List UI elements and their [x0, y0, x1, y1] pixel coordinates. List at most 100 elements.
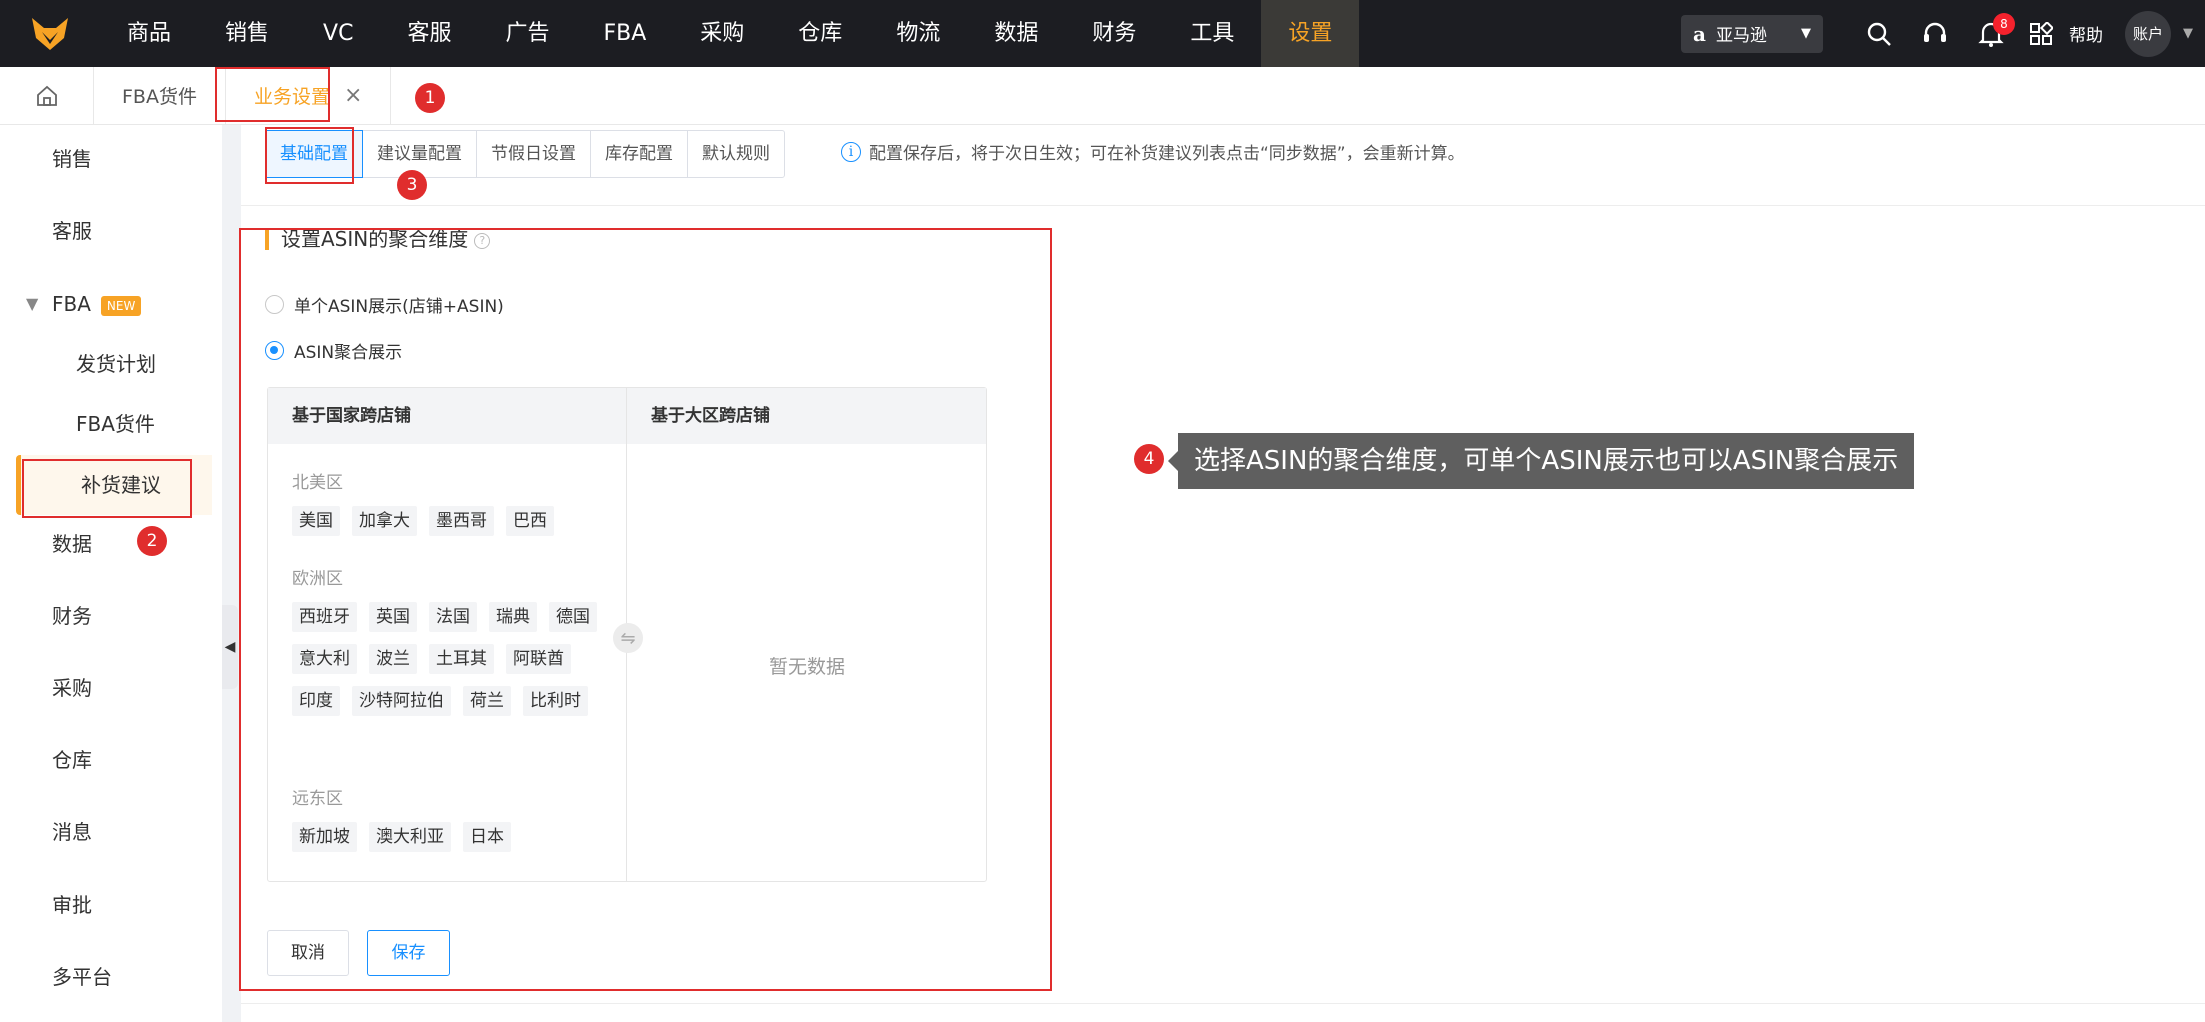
sidebar: 销售 客服 ▼ FBA NEW 发货计划 FBA货件 补货建议 数据 财务 采购 … [0, 125, 222, 1022]
search-icon [1867, 22, 1891, 46]
sidebar-item-shipping-plan[interactable]: 发货计划 [0, 344, 222, 384]
nav-item-tools[interactable]: 工具 [1163, 0, 1261, 67]
radio-checked[interactable] [265, 341, 284, 360]
tab-business-settings[interactable]: 业务设置 × [226, 66, 392, 125]
sidebar-item-finance[interactable]: 财务 [0, 596, 222, 636]
account-avatar[interactable]: 账户 [2125, 10, 2171, 57]
country-tag[interactable]: 巴西 [506, 506, 554, 536]
country-tag[interactable]: 荷兰 [463, 686, 511, 716]
nav-item-customer-service[interactable]: 客服 [380, 0, 478, 67]
main-menu: 商品 销售 VC 客服 广告 FBA 采购 仓库 物流 数据 财务 工具 设置 [100, 0, 1360, 67]
tag-group-far-east: 新加坡 澳大利亚 日本 [292, 822, 612, 852]
sidebar-collapse-button[interactable]: ◀ [222, 605, 238, 689]
country-tag[interactable]: 沙特阿拉伯 [352, 686, 451, 716]
transfer-left-title: 基于国家跨店铺 [268, 388, 626, 444]
sidebar-item-replenishment[interactable]: 补货建议 [16, 455, 212, 515]
country-tag[interactable]: 印度 [292, 686, 340, 716]
country-tag[interactable]: 法国 [429, 602, 477, 632]
section-title: 设置ASIN的聚合维度? [265, 227, 491, 251]
home-icon [36, 85, 57, 106]
nav-item-logistics[interactable]: 物流 [869, 0, 967, 67]
sidebar-item-multi-platform[interactable]: 多平台 [0, 957, 222, 997]
radio-label: ASIN聚合展示 [294, 343, 403, 363]
sidebar-item-fba[interactable]: ▼ FBA NEW [0, 284, 222, 324]
sidebar-item-fba-shipments[interactable]: FBA货件 [0, 404, 222, 444]
subtab-inventory-config[interactable]: 库存配置 [591, 131, 688, 177]
swap-icon[interactable]: ⇋ [613, 623, 643, 653]
help-link[interactable]: 帮助 [2063, 21, 2125, 46]
nav-item-purchase[interactable]: 采购 [673, 0, 771, 67]
subtab-default-rules[interactable]: 默认规则 [688, 131, 784, 177]
sidebar-item-approval[interactable]: 审批 [0, 885, 222, 925]
country-tag[interactable]: 加拿大 [352, 506, 417, 536]
nav-item-fba[interactable]: FBA [576, 0, 673, 67]
tab-fba-shipments[interactable]: FBA货件 [94, 66, 226, 125]
subtab-suggestion-config[interactable]: 建议量配置 [363, 131, 477, 177]
country-tag[interactable]: 澳大利亚 [369, 822, 451, 852]
divider [241, 205, 2205, 206]
search-button[interactable] [1851, 0, 1907, 67]
nav-item-ads[interactable]: 广告 [478, 0, 576, 67]
annotation-badge-2: 2 [137, 526, 167, 556]
grid-icon [2030, 21, 2053, 45]
radio-unchecked[interactable] [265, 295, 284, 314]
nav-item-vc[interactable]: VC [296, 0, 380, 67]
notifications-button[interactable]: 8 [1963, 0, 2019, 67]
nav-item-settings[interactable]: 设置 [1261, 0, 1360, 67]
country-tag[interactable]: 波兰 [369, 644, 417, 674]
annotation-badge-1: 1 [415, 83, 445, 113]
info-note-text: 配置保存后，将于次日生效；可在补货建议列表点击“同步数据”，会重新计算。 [869, 144, 1465, 164]
annotation-tooltip: 选择ASIN的聚合维度，可单个ASIN展示也可以ASIN聚合展示 [1167, 433, 1915, 489]
subtab-holiday-settings[interactable]: 节假日设置 [477, 131, 591, 177]
country-tag[interactable]: 新加坡 [292, 822, 357, 852]
sidebar-item-sales[interactable]: 销售 [0, 139, 222, 179]
region-label-north-america: 北美区 [292, 473, 343, 493]
sidebar-item-data[interactable]: 数据 [0, 524, 222, 564]
amazon-icon: a [1693, 21, 1706, 46]
marketplace-select[interactable]: a 亚马逊 ▼ [1681, 14, 1823, 53]
radio-label: 单个ASIN展示(店铺+ASIN) [294, 297, 504, 317]
country-tag[interactable]: 比利时 [523, 686, 588, 716]
nav-item-warehouse[interactable]: 仓库 [771, 0, 869, 67]
apps-button[interactable] [2019, 0, 2063, 67]
close-icon[interactable]: × [344, 83, 362, 108]
nav-item-sales[interactable]: 销售 [198, 0, 296, 67]
help-circle-icon[interactable]: ? [474, 232, 491, 249]
country-tag[interactable]: 意大利 [292, 644, 357, 674]
sidebar-item-customer-service[interactable]: 客服 [0, 211, 222, 251]
tab-label: 业务设置 [253, 86, 330, 108]
page-tabs-bar: FBA货件 业务设置 × [0, 66, 2205, 125]
nav-item-products[interactable]: 商品 [100, 0, 198, 67]
country-tag[interactable]: 瑞典 [489, 602, 537, 632]
country-tag[interactable]: 西班牙 [292, 602, 357, 632]
account-caret-icon[interactable]: ▼ [2171, 26, 2205, 41]
tag-group-europe: 西班牙 英国 法国 瑞典 德国 意大利 波兰 土耳其 阿联酋 印度 沙特阿拉伯 … [292, 602, 612, 716]
country-tag[interactable]: 美国 [292, 506, 340, 536]
empty-state-text: 暂无数据 [768, 656, 845, 678]
home-tab[interactable] [0, 66, 94, 125]
radio-single-asin[interactable]: 单个ASIN展示(店铺+ASIN) [265, 292, 504, 317]
cancel-button[interactable]: 取消 [267, 930, 349, 976]
sidebar-item-messages[interactable]: 消息 [0, 812, 222, 852]
support-button[interactable] [1907, 0, 1963, 67]
subtab-basic-config[interactable]: 基础配置 [265, 130, 363, 178]
nav-item-finance[interactable]: 财务 [1065, 0, 1163, 67]
info-note: i 配置保存后，将于次日生效；可在补货建议列表点击“同步数据”，会重新计算。 [841, 139, 1465, 164]
tag-group-north-america: 美国 加拿大 墨西哥 巴西 [292, 506, 612, 536]
transfer-right-panel: 基于大区跨店铺 暂无数据 [627, 388, 986, 881]
annotation-badge-3: 3 [397, 170, 427, 200]
country-tag[interactable]: 英国 [369, 602, 417, 632]
country-tag[interactable]: 墨西哥 [429, 506, 494, 536]
country-tag[interactable]: 德国 [549, 602, 597, 632]
radio-asin-aggregate[interactable]: ASIN聚合展示 [265, 338, 402, 363]
section-title-text: 设置ASIN的聚合维度 [281, 227, 469, 251]
sidebar-item-purchase[interactable]: 采购 [0, 668, 222, 708]
save-button[interactable]: 保存 [367, 930, 450, 976]
nav-item-data[interactable]: 数据 [967, 0, 1065, 67]
country-tag[interactable]: 日本 [463, 822, 511, 852]
country-tag[interactable]: 土耳其 [429, 644, 494, 674]
brand-logo[interactable] [0, 0, 100, 67]
headset-icon [1924, 22, 1946, 42]
country-tag[interactable]: 阿联酋 [506, 644, 571, 674]
sidebar-item-warehouse[interactable]: 仓库 [0, 740, 222, 780]
